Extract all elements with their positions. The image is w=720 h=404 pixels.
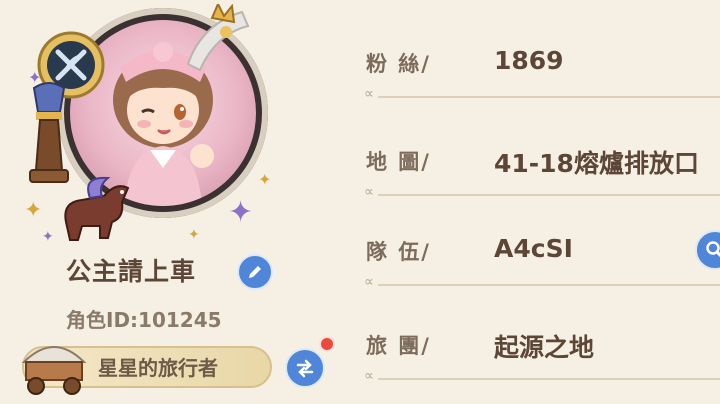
team-label: 隊 伍/ [366, 240, 431, 264]
fans-label: 粉 絲/ [366, 52, 431, 76]
sparkle-icon: ✦ [188, 227, 200, 243]
wagon-icon [21, 346, 87, 395]
sparkle-icon: ✦ [228, 195, 254, 230]
profile-panel: ✦ ✦ ✦ ✦ ✦ ✦ 公主請上車 角色ID:101245 星星的旅行者 [0, 0, 335, 404]
hook-icon: ∝ [364, 368, 375, 384]
player-name: 公主請上車 [66, 257, 197, 286]
guild-value: 起源之地 [494, 333, 595, 362]
sparkle-icon: ✦ [42, 229, 54, 245]
swap-title-button[interactable] [285, 348, 325, 388]
row-divider [378, 194, 720, 196]
sparkle-icon: ✦ [28, 68, 42, 87]
magnifier-icon [706, 241, 720, 258]
title-badge-label: 星星的旅行者 [98, 356, 218, 380]
hook-icon: ∝ [364, 86, 375, 102]
sparkle-icon: ✦ [258, 170, 272, 189]
row-divider [378, 284, 720, 286]
row-divider [378, 96, 720, 98]
hook-icon: ∝ [364, 274, 375, 290]
team-value: A4cSI [494, 234, 573, 263]
fans-value: 1869 [494, 46, 564, 75]
swap-arrows-icon [296, 359, 314, 378]
map-value: 41-18熔爐排放口 [494, 149, 699, 178]
hook-icon: ∝ [364, 184, 375, 200]
notification-dot [319, 336, 335, 352]
row-divider [378, 378, 720, 380]
info-row-guild: 旅 團/ 起源之地 ∝ [360, 324, 720, 394]
info-row-map: 地 圖/ 41-18熔爐排放口 ∝ [360, 140, 720, 210]
info-row-team: 隊 伍/ A4cSI ∝ [360, 230, 720, 300]
guild-label: 旅 團/ [366, 334, 431, 358]
sparkle-icon: ✦ [24, 198, 43, 223]
pencil-icon [249, 266, 261, 278]
info-row-fans: 粉 絲/ 1869 ∝ [360, 42, 720, 112]
crown-ribbon-decoration [186, 4, 250, 72]
map-label: 地 圖/ [366, 150, 431, 174]
team-search-button[interactable] [695, 230, 720, 270]
edit-name-button[interactable] [237, 254, 273, 290]
pegasus-decoration [64, 176, 130, 241]
